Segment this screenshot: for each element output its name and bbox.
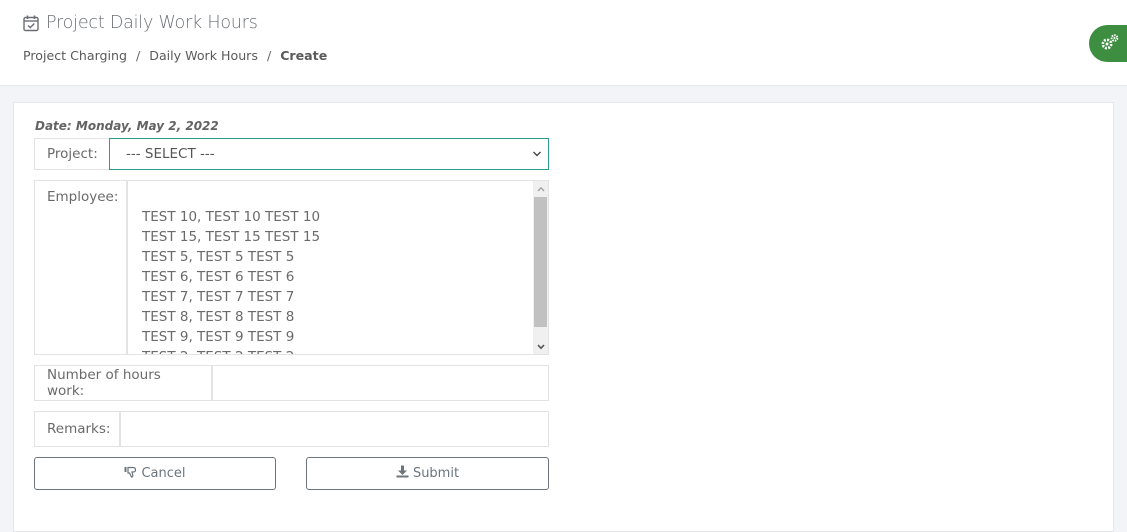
employee-field-group: Employee: TEST 10, TEST 10 TEST 10 TEST … (34, 180, 549, 355)
employee-listbox[interactable]: TEST 10, TEST 10 TEST 10 TEST 15, TEST 1… (128, 180, 549, 355)
breadcrumb-project-charging[interactable]: Project Charging (23, 48, 127, 63)
download-icon (396, 465, 413, 482)
breadcrumb: Project Charging / Daily Work Hours / Cr… (23, 48, 327, 63)
calendar-check-icon (22, 14, 40, 32)
employee-option[interactable]: TEST 8, TEST 8 TEST 8 (142, 307, 320, 327)
page-title: Project Daily Work Hours (46, 13, 258, 33)
remarks-input[interactable] (121, 411, 549, 447)
scroll-up-arrow-icon[interactable] (533, 181, 548, 196)
hours-field-group: Number of hours work: (34, 365, 549, 401)
project-select-value: --- SELECT --- (126, 146, 215, 162)
cancel-button[interactable]: Cancel (34, 457, 276, 490)
remarks-label: Remarks: (34, 411, 121, 447)
employee-option[interactable]: TEST 2, TEST 2 TEST 2 (142, 347, 320, 354)
employee-option[interactable]: TEST 10, TEST 10 TEST 10 (142, 207, 320, 227)
scrollbar-thumb[interactable] (534, 197, 547, 327)
gears-icon (1100, 33, 1120, 55)
scroll-down-arrow-icon[interactable] (533, 339, 548, 354)
settings-button[interactable] (1089, 25, 1127, 62)
employee-option[interactable]: TEST 6, TEST 6 TEST 6 (142, 267, 320, 287)
project-label: Project: (34, 138, 109, 170)
breadcrumb-daily-work-hours[interactable]: Daily Work Hours (149, 48, 258, 63)
hours-label: Number of hours work: (34, 365, 213, 401)
employee-option[interactable]: TEST 9, TEST 9 TEST 9 (142, 327, 320, 347)
employee-option[interactable]: TEST 5, TEST 5 TEST 5 (142, 247, 320, 267)
project-select[interactable]: --- SELECT --- (109, 138, 549, 170)
chevron-down-icon (532, 146, 542, 162)
employee-options: TEST 10, TEST 10 TEST 10 TEST 15, TEST 1… (142, 207, 320, 354)
thumbs-down-icon (124, 466, 141, 482)
employee-label: Employee: (34, 180, 128, 355)
submit-button[interactable]: Submit (306, 457, 549, 490)
hours-input[interactable] (213, 365, 549, 401)
title-row: Project Daily Work Hours (22, 13, 258, 33)
page-header: Project Daily Work Hours Project Chargin… (0, 0, 1127, 86)
project-field-group: Project: --- SELECT --- (34, 138, 549, 170)
cancel-label: Cancel (141, 466, 186, 481)
breadcrumb-separator: / (266, 48, 272, 63)
employee-option[interactable]: TEST 7, TEST 7 TEST 7 (142, 287, 320, 307)
remarks-field-group: Remarks: (34, 411, 549, 447)
breadcrumb-create: Create (280, 48, 328, 63)
employee-option[interactable]: TEST 15, TEST 15 TEST 15 (142, 227, 320, 247)
breadcrumb-separator: / (136, 48, 141, 63)
date-label: Date: Monday, May 2, 2022 (35, 119, 219, 133)
submit-label: Submit (412, 466, 460, 481)
employee-scrollbar[interactable] (533, 181, 548, 354)
